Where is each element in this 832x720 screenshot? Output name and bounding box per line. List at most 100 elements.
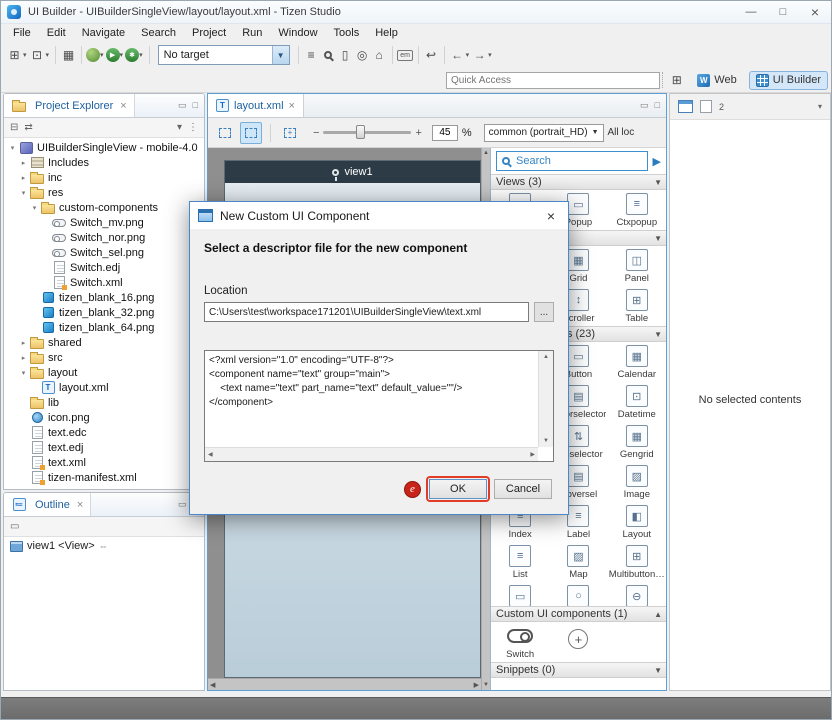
ok-button[interactable]: OK — [429, 479, 487, 499]
chevron-down-icon[interactable]: ▼ — [592, 129, 599, 136]
tree-item[interactable]: tizen_blank_32.png — [4, 305, 204, 320]
palette-item-list[interactable]: ≡List — [491, 542, 549, 582]
quick-access-input[interactable] — [446, 72, 660, 89]
expand-arrow-icon[interactable]: ▸ — [18, 174, 29, 182]
scroll-down-icon[interactable]: ▼ — [483, 682, 489, 688]
panel-icon[interactable] — [700, 100, 712, 113]
minimize-view-icon[interactable]: ▭ — [178, 499, 187, 510]
scroll-up-icon[interactable]: ▲ — [483, 150, 489, 156]
palette-item-multibuttonentry[interactable]: ⊞Multibuttonentry — [608, 542, 666, 582]
textarea-vscrollbar[interactable]: ▲▼ — [538, 351, 553, 447]
new-wizard-icon[interactable]: ⊞ — [6, 46, 23, 64]
palette-section-snippets[interactable]: Snippets (0)▼ — [491, 662, 666, 678]
palette-section-custom[interactable]: Custom UI components (1)▲ — [491, 606, 666, 622]
canvas-hscrollbar[interactable]: ◀ ▶ — [208, 678, 481, 690]
zoom-slider-thumb[interactable] — [356, 125, 365, 139]
palette-item-datetime[interactable]: ⊡Datetime — [608, 382, 666, 422]
view1-header[interactable]: view1 — [225, 161, 480, 183]
run-config-icon[interactable]: ✱ — [125, 48, 139, 62]
chevron-down-icon[interactable]: ▾ — [488, 51, 492, 59]
log-view-icon[interactable]: ≡ — [303, 46, 320, 64]
tree-item[interactable]: ▸shared — [4, 335, 204, 350]
more-icon[interactable]: ⋮ — [188, 122, 198, 133]
zoom-in-icon[interactable]: + — [415, 127, 421, 139]
tree-item[interactable]: icon.png — [4, 410, 204, 425]
chevron-down-icon[interactable]: ▾ — [818, 102, 822, 111]
expand-arrow-icon[interactable]: ▸ — [18, 354, 29, 362]
tree-item[interactable]: Switch.xml — [4, 275, 204, 290]
add-custom-component-button[interactable]: + — [549, 622, 607, 662]
expand-arrow-icon[interactable]: ▾ — [18, 369, 29, 377]
expand-arrow-icon[interactable]: ▾ — [18, 189, 29, 197]
dialog-title-bar[interactable]: New Custom UI Component × — [190, 202, 568, 229]
perspective-ui-builder-button[interactable]: UI Builder — [749, 71, 828, 90]
run-icon[interactable]: ▶ — [106, 48, 120, 62]
tree-item[interactable]: ▾res — [4, 185, 204, 200]
minimize-view-icon[interactable]: ▭ — [640, 100, 649, 111]
minimize-window-icon[interactable]: — — [735, 1, 767, 23]
back-icon[interactable]: ← — [449, 46, 466, 64]
zoom-slider[interactable]: − + — [313, 127, 422, 139]
perspective-web-button[interactable]: W Web — [690, 71, 743, 90]
menu-tools[interactable]: Tools — [326, 27, 368, 39]
tree-item[interactable]: text.xml — [4, 455, 204, 470]
target-selector-dropdown[interactable]: No target ▼ — [158, 45, 290, 65]
properties-table-icon[interactable] — [678, 100, 693, 113]
menu-window[interactable]: Window — [270, 27, 325, 39]
tab-close-icon[interactable]: × — [289, 100, 295, 112]
expand-arrow-icon[interactable]: ▾ — [7, 144, 18, 152]
tree-item[interactable]: ▾UIBuilderSingleView - mobile-4.0 — [4, 140, 204, 155]
tree-item[interactable]: Tlayout.xml — [4, 380, 204, 395]
descriptor-preview[interactable]: <?xml version="1.0" encoding="UTF-8"?> <… — [204, 350, 554, 462]
outline-item-view1[interactable]: view1 <View> ⇔ — [4, 537, 204, 555]
tree-item[interactable]: tizen-manifest.xml — [4, 470, 204, 485]
maximize-window-icon[interactable]: □ — [767, 1, 799, 23]
maximize-view-icon[interactable]: □ — [655, 100, 660, 111]
tab-layout-xml[interactable]: T layout.xml × — [208, 94, 304, 117]
tree-item[interactable]: Switch_sel.png — [4, 245, 204, 260]
tree-item[interactable]: ▾custom-components — [4, 200, 204, 215]
textarea-hscrollbar[interactable]: ◀▶ — [205, 447, 538, 461]
search-go-icon[interactable]: ▶ — [653, 155, 661, 168]
select-tool-button[interactable] — [214, 122, 236, 144]
resolution-dropdown[interactable]: common (portrait_HD) ▼ — [484, 124, 604, 142]
menu-edit[interactable]: Edit — [39, 27, 74, 39]
tree-item[interactable]: Switch_mv.png — [4, 215, 204, 230]
forward-icon[interactable]: → — [471, 46, 488, 64]
palette-item-panel[interactable]: ◫Panel — [608, 246, 666, 286]
tree-item[interactable]: ▸Includes — [4, 155, 204, 170]
zoom-out-icon[interactable]: − — [313, 127, 319, 139]
collapse-all-icon[interactable]: ⊟ — [10, 122, 18, 133]
expand-arrow-icon[interactable]: ▾ — [29, 204, 40, 212]
zoom-value-input[interactable] — [432, 125, 458, 141]
debug-icon[interactable] — [86, 48, 100, 62]
view-menu-icon[interactable]: ▾ — [177, 122, 182, 133]
tree-item[interactable]: Switch.edj — [4, 260, 204, 275]
tree-item[interactable]: tizen_blank_16.png — [4, 290, 204, 305]
open-perspective-icon[interactable]: ⊞ — [668, 71, 685, 89]
outline-mode-icon[interactable]: ▭ — [10, 521, 19, 532]
close-icon[interactable]: × — [77, 499, 83, 511]
link-with-editor-icon[interactable]: ⇄ — [24, 122, 32, 133]
palette-search-input[interactable]: Search — [496, 151, 648, 171]
menu-help[interactable]: Help — [367, 27, 406, 39]
palette-item-map[interactable]: ▨Map — [549, 542, 607, 582]
em-tool-icon[interactable]: em — [397, 46, 414, 64]
cancel-button[interactable]: Cancel — [494, 479, 552, 499]
palette-item[interactable]: ▭ — [491, 582, 549, 606]
device-manager-icon[interactable]: ▯ — [337, 46, 354, 64]
scroll-left-icon[interactable]: ◀ — [210, 681, 215, 689]
menu-navigate[interactable]: Navigate — [74, 27, 133, 39]
tree-item[interactable]: tizen_blank_64.png — [4, 320, 204, 335]
palette-item-image[interactable]: ▨Image — [608, 462, 666, 502]
expand-arrow-icon[interactable]: ▸ — [18, 339, 29, 347]
palette-item[interactable]: ○ — [549, 582, 607, 606]
palette-item-switch[interactable]: Switch — [491, 622, 549, 662]
dialog-close-icon[interactable]: × — [534, 208, 568, 224]
emulator-manager-icon[interactable]: ⌂ — [371, 46, 388, 64]
last-edit-location-icon[interactable]: ↩ — [423, 46, 440, 64]
expand-arrow-icon[interactable]: ▸ — [18, 159, 29, 167]
keyboard-shortcuts-icon[interactable]: ▦ — [60, 46, 77, 64]
tree-item[interactable]: ▸inc — [4, 170, 204, 185]
palette-item-gengrid[interactable]: ▦Gengrid — [608, 422, 666, 462]
